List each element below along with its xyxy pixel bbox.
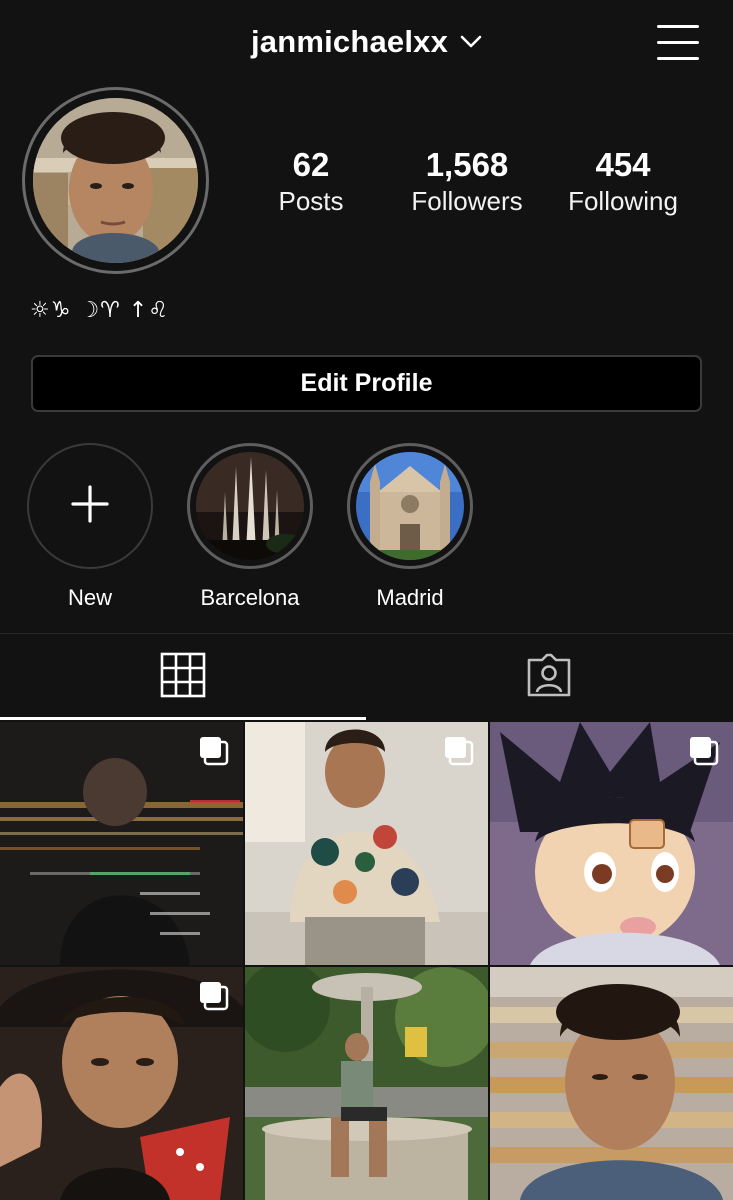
highlight-cover-image xyxy=(356,452,464,560)
chevron-down-icon xyxy=(460,35,482,49)
post-thumbnail[interactable] xyxy=(245,722,488,965)
highlight-barcelona[interactable]: Barcelona xyxy=(170,443,330,611)
highlight-label: New xyxy=(67,585,112,610)
highlight-new-circle xyxy=(27,443,153,569)
multiple-photos-icon xyxy=(689,736,719,771)
following-count[interactable]: 454 Following xyxy=(556,146,690,218)
active-tab-indicator xyxy=(0,717,366,720)
multiple-photos-icon xyxy=(444,736,474,771)
avatar xyxy=(33,98,198,263)
highlight-label: Madrid xyxy=(376,585,444,610)
tagged-person-icon xyxy=(525,652,573,703)
profile-stats: 62 Posts 1,568 Followers 454 Following xyxy=(232,146,702,226)
hamburger-menu-icon[interactable] xyxy=(657,25,699,61)
highlight-ring xyxy=(347,443,473,569)
post-thumbnail[interactable] xyxy=(0,967,243,1200)
tab-tagged[interactable] xyxy=(366,634,732,720)
grid-icon xyxy=(160,652,206,703)
multiple-photos-icon xyxy=(199,736,229,771)
account-switcher[interactable]: janmichaelxx xyxy=(0,24,733,60)
plus-icon xyxy=(71,484,109,528)
posts-count[interactable]: 62 Posts xyxy=(252,146,370,218)
highlight-madrid[interactable]: Madrid xyxy=(330,443,490,611)
highlight-new[interactable]: New xyxy=(10,443,170,611)
username: janmichaelxx xyxy=(250,24,449,59)
bio-text: ☼♑ ☽♈ ↑♌ xyxy=(30,298,170,323)
edit-profile-button[interactable]: Edit Profile xyxy=(31,355,702,412)
highlight-cover-image xyxy=(196,452,304,560)
post-thumbnail[interactable] xyxy=(490,967,733,1200)
highlight-ring xyxy=(187,443,313,569)
multiple-photos-icon xyxy=(199,981,229,1016)
followers-count[interactable]: 1,568 Followers xyxy=(400,146,534,218)
tab-posts-grid[interactable] xyxy=(0,634,366,720)
post-thumbnail[interactable] xyxy=(245,967,488,1200)
highlight-label: Barcelona xyxy=(200,585,300,610)
post-thumbnail[interactable] xyxy=(0,722,243,965)
post-thumbnail[interactable] xyxy=(490,722,733,965)
top-bar: janmichaelxx xyxy=(0,0,733,88)
avatar-ring[interactable] xyxy=(22,87,209,274)
